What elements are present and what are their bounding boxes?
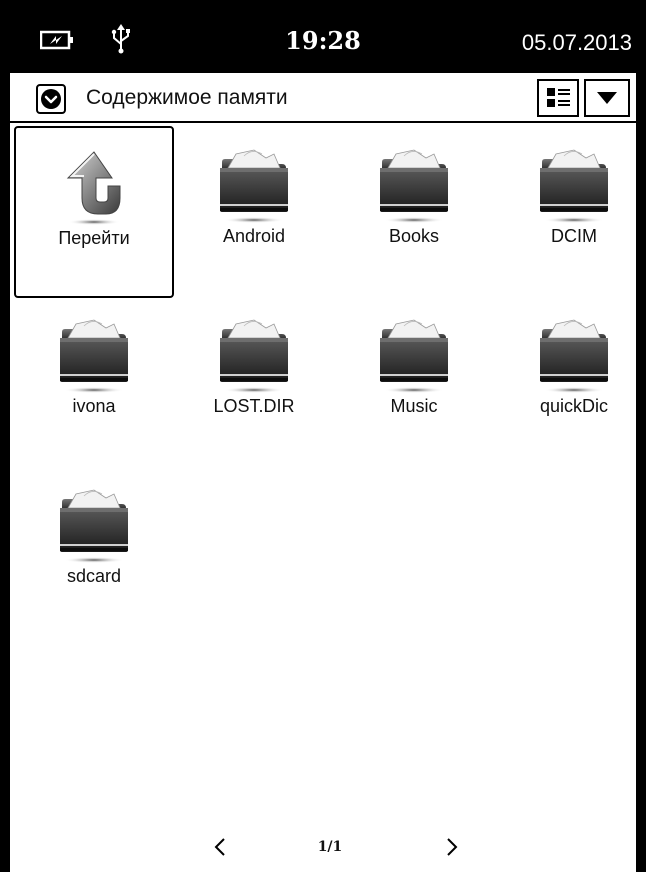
item-label: Books bbox=[388, 226, 440, 246]
folder-icon bbox=[534, 316, 614, 396]
clock: 19:28 bbox=[285, 26, 361, 55]
item-label: LOST.DIR bbox=[213, 396, 295, 416]
folder-item[interactable]: sdcard bbox=[14, 466, 174, 638]
folder-item[interactable]: LOST.DIR bbox=[174, 296, 334, 468]
next-page-button[interactable] bbox=[436, 832, 466, 862]
folder-item[interactable]: Books bbox=[334, 126, 494, 298]
folder-icon bbox=[54, 316, 134, 396]
folder-icon bbox=[214, 146, 294, 226]
item-label: DCIM bbox=[551, 226, 597, 246]
view-mode-button[interactable] bbox=[537, 79, 579, 117]
header-bar: Содержимое памяти bbox=[10, 73, 636, 123]
item-label: quickDic bbox=[539, 396, 609, 416]
triangle-down-icon bbox=[586, 81, 628, 115]
folder-icon bbox=[214, 316, 294, 396]
folder-item[interactable]: Music bbox=[334, 296, 494, 468]
folder-icon bbox=[374, 316, 454, 396]
page-title: Содержимое памяти bbox=[86, 86, 288, 109]
item-label: sdcard bbox=[66, 566, 122, 586]
list-view-icon bbox=[539, 81, 577, 115]
item-label: Android bbox=[222, 226, 286, 246]
folder-item[interactable]: Android bbox=[174, 126, 334, 298]
item-label: Перейти bbox=[58, 228, 130, 248]
folder-icon bbox=[534, 146, 614, 226]
page-indicator: 1/1 bbox=[317, 839, 343, 855]
menu-dropdown-button[interactable] bbox=[584, 79, 630, 117]
folder-item[interactable]: DCIM bbox=[494, 126, 646, 298]
battery-charging-icon bbox=[39, 30, 74, 55]
folder-item[interactable]: ivona bbox=[14, 296, 174, 468]
chevron-down-circle-icon bbox=[38, 86, 64, 112]
go-up-item[interactable]: Перейти bbox=[14, 126, 174, 298]
folder-item[interactable]: quickDic bbox=[494, 296, 646, 468]
usb-icon bbox=[110, 24, 132, 59]
date: 05.07.2013 bbox=[521, 30, 632, 55]
chevron-left-icon bbox=[206, 832, 236, 862]
status-bar: 19:28 05.07.2013 bbox=[0, 0, 646, 73]
item-label: Music bbox=[390, 396, 438, 416]
up-arrow-icon bbox=[54, 148, 134, 228]
chevron-right-icon bbox=[436, 832, 466, 862]
previous-page-button[interactable] bbox=[206, 832, 236, 862]
storage-source-button[interactable] bbox=[36, 84, 66, 114]
item-label: ivona bbox=[72, 396, 116, 416]
folder-icon bbox=[54, 486, 134, 566]
folder-icon bbox=[374, 146, 454, 226]
